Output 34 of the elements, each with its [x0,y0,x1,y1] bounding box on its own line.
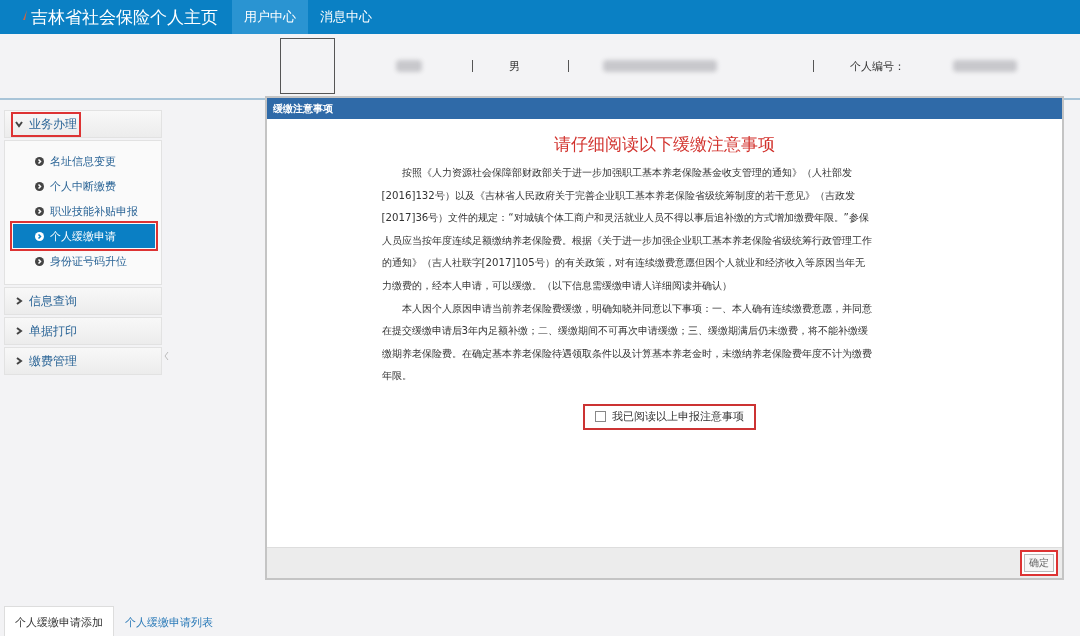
nav-tab[interactable]: 用户中心 [232,0,308,34]
sidebar-item[interactable]: 身份证号码升位 [13,249,155,273]
notice-paragraph: 按照《人力资源社会保障部财政部关于进一步加强职工基本养老保险基金收支管理的通知》（人社部发[2016]132号）以及《吉林省人民政府关于完善企业职工基本养老保险省级统筹制度的若干意见》（吉政发[2017]36号）文件的规定：“对城镇个体工商户和灵活就业人员不得以事后追补缴的方式增加缴费年限。”参保人员应当按年度连续足额缴纳养老保险费。根据《关于进一步加强企业职工基本养老保险省级统筹行政管理工作的通知》（吉人社联字[2017]105号）的有关政策，对有连续缴费意愿但因个人就业和经济收入等原因当年无力缴费的，经本人申请，可以缓缴。（以下信息需缓缴申请人详细阅读并确认） [381,166,873,293]
chevron-right-icon [15,327,23,335]
chevron-right-icon [15,297,23,305]
arrow-circle-icon [35,206,44,216]
id-label: 个人编号： [850,58,905,74]
leaf-icon [22,10,28,20]
sidebar-group[interactable]: 缴费管理 [4,347,162,375]
sidebar-item[interactable]: 个人缓缴申请 [13,224,155,248]
agree-checkbox[interactable]: 我已阅读以上申报注意事项 [583,403,756,430]
sidebar-item[interactable]: 名址信息变更 [13,149,155,173]
photo-frame [280,38,335,94]
arrow-circle-icon [35,256,44,266]
sidebar-group[interactable]: 信息查询 [4,287,162,315]
sidebar-group[interactable]: 业务办理 [4,110,162,138]
arrow-circle-icon [35,231,44,241]
notice-paragraph: 本人因个人原因申请当前养老保险费缓缴，明确知晓并同意以下事项：一、本人确有连续缴费意愿，并同意在提交缓缴申请后3年内足额补缴；二、缓缴期间不可再次申请缓缴；三、缓缴期满后仍未缴费，将不能补缴缓缴期养老保险费。在确定基本养老保险待遇领取条件以及计算基本养老金时，未缴纳养老保险费年度不计为缴费年限。 [381,301,873,384]
arrow-circle-icon [35,156,44,166]
dialog-title: 缓缴注意事项 [267,98,1062,119]
collapse-icon[interactable] [164,352,169,360]
chevron-right-icon [15,357,23,365]
site-title: 吉林省社会保险个人主页 [31,6,218,29]
redacted-bar [953,60,1017,72]
arrow-circle-icon [35,181,44,191]
gender-text: 男 [509,58,520,74]
redacted-bar [396,60,422,72]
sidebar-group[interactable]: 单据打印 [4,317,162,345]
sidebar-item[interactable]: 个人中断缴费 [13,174,155,198]
chevron-down-icon [15,120,23,128]
nav-tab[interactable]: 消息中心 [308,0,384,34]
page-tab[interactable]: 个人缓缴申请列表 [114,606,224,636]
notice-heading: 请仔细阅读以下缓缴注意事项 [554,133,775,156]
page-tab[interactable]: 个人缓缴申请添加 [4,606,114,636]
